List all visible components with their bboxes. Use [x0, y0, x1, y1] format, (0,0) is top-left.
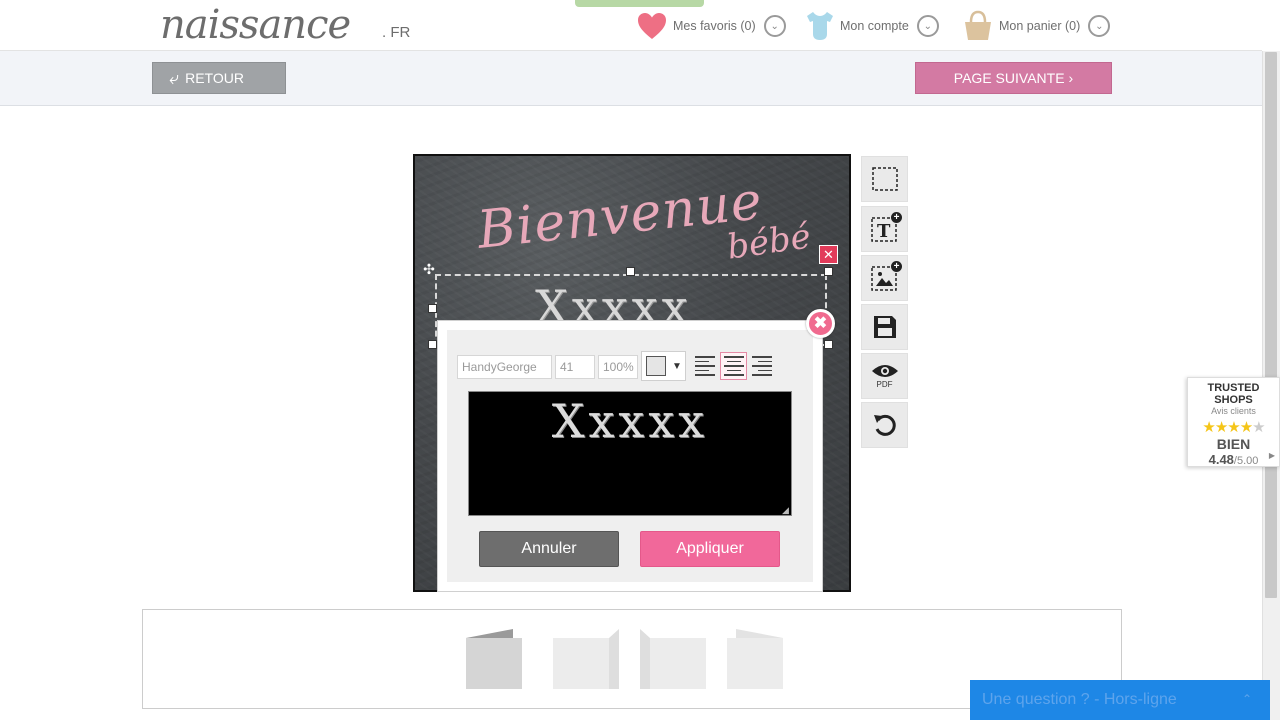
- cart-menu[interactable]: Mon panier (0) ⌄: [963, 10, 1111, 42]
- page-thumbnail-inside-left[interactable]: [552, 628, 620, 690]
- align-right-button[interactable]: [748, 352, 775, 380]
- font-size-field[interactable]: 41: [555, 355, 595, 379]
- rating-score-value: 4.48: [1208, 452, 1234, 467]
- rating-score-max: /5.00: [1233, 455, 1259, 467]
- live-chat-bar[interactable]: Une question ? - Hors-ligne ⌃: [970, 680, 1270, 720]
- page-thumbnail-cover[interactable]: [465, 628, 523, 690]
- site-logo-suffix: . FR: [382, 24, 411, 41]
- account-label: Mon compte: [840, 19, 909, 33]
- page-thumbnail-back[interactable]: [726, 628, 784, 690]
- font-family-field[interactable]: HandyGeorge: [457, 355, 552, 379]
- text-input-area[interactable]: Xxxxx: [468, 391, 792, 516]
- cancel-button[interactable]: Annuler: [479, 531, 619, 567]
- star-icon: ★: [1252, 419, 1265, 436]
- chevron-down-icon[interactable]: ⌄: [763, 15, 786, 37]
- expand-arrow-icon[interactable]: ▶: [1269, 451, 1275, 460]
- pdf-label: PDF: [876, 380, 893, 389]
- back-button[interactable]: ⤶ RETOUR: [152, 62, 286, 94]
- svg-text:T: T: [877, 221, 891, 242]
- align-center-button[interactable]: [720, 352, 747, 380]
- resize-handle-top[interactable]: [626, 267, 635, 276]
- select-tool-button[interactable]: [861, 156, 908, 202]
- reset-button[interactable]: [861, 402, 908, 448]
- trusted-shops-badge[interactable]: TRUSTED SHOPS Avis clients ★★★★★ BIEN 4.…: [1187, 377, 1280, 467]
- color-picker[interactable]: ▼: [641, 351, 686, 381]
- chevron-down-icon[interactable]: ⌄: [916, 15, 939, 37]
- plus-icon: +: [891, 212, 902, 223]
- save-button[interactable]: [861, 304, 908, 350]
- scale-field[interactable]: 100%: [598, 355, 638, 379]
- site-header: naissance . FR Mes favoris (0) ⌄ Mon com…: [0, 0, 1262, 51]
- cart-label: Mon panier (0): [999, 19, 1081, 33]
- trusted-shops-subtitle: Avis clients: [1211, 406, 1256, 416]
- page-thumbnail-inside-right[interactable]: [639, 628, 707, 690]
- rating-stars: ★★★★★: [1188, 418, 1279, 436]
- chevron-right-icon: ›: [1068, 70, 1074, 86]
- next-page-button[interactable]: PAGE SUIVANTE ›: [915, 62, 1112, 94]
- undo-icon: [873, 414, 896, 436]
- add-image-button[interactable]: +: [861, 255, 908, 301]
- favorites-label: Mes favoris (0): [673, 19, 756, 33]
- caret-down-icon: ▼: [672, 360, 682, 372]
- apply-button[interactable]: Appliquer: [640, 531, 780, 567]
- favorites-menu[interactable]: Mes favoris (0) ⌄: [637, 10, 786, 42]
- star-icon: ★: [1214, 419, 1228, 436]
- green-tab[interactable]: [575, 0, 704, 7]
- close-editor-icon[interactable]: ✖: [806, 309, 835, 338]
- trusted-shops-title: TRUSTED SHOPS: [1207, 382, 1260, 406]
- rating-word: BIEN: [1216, 436, 1251, 452]
- account-menu[interactable]: Mon compte ⌄: [806, 10, 939, 42]
- eye-icon: [871, 365, 898, 377]
- scrollbar-thumb[interactable]: [1265, 52, 1277, 598]
- chat-label: Une question ? - Hors-ligne: [982, 691, 1177, 708]
- back-label: RETOUR: [185, 70, 244, 86]
- selection-rectangle-icon: [871, 167, 898, 191]
- resize-handle-bottom-right[interactable]: [824, 340, 833, 349]
- heart-icon: [638, 13, 666, 39]
- resize-handle-bottom-left[interactable]: [428, 340, 437, 349]
- star-icon: ★: [1202, 419, 1215, 436]
- rating-score: 4.48/5.00: [1188, 452, 1279, 467]
- resize-handle-top-right[interactable]: [824, 267, 833, 276]
- next-label: PAGE SUIVANTE: [953, 70, 1065, 86]
- baby-bodysuit-icon: [807, 12, 833, 40]
- add-text-button[interactable]: T +: [861, 206, 908, 252]
- plus-icon: +: [891, 261, 902, 272]
- star-icon: ★: [1239, 419, 1253, 436]
- chevron-up-icon[interactable]: ⌃: [1242, 692, 1252, 706]
- chevron-down-icon[interactable]: ⌄: [1088, 15, 1111, 37]
- star-icon: ★: [1227, 419, 1240, 436]
- preview-pdf-button[interactable]: PDF: [861, 353, 908, 399]
- resize-handle-left[interactable]: [428, 304, 437, 313]
- site-logo[interactable]: naissance: [160, 2, 351, 48]
- move-icon[interactable]: ✣: [421, 261, 437, 277]
- delete-element-icon[interactable]: ✕: [819, 245, 838, 264]
- align-left-button[interactable]: [692, 352, 719, 380]
- textarea-resize-grip[interactable]: ◢: [782, 506, 791, 515]
- reply-arrow-icon: ⤶: [169, 67, 180, 88]
- basket-icon: [965, 10, 991, 40]
- page-root: naissance . FR Mes favoris (0) ⌄ Mon com…: [0, 0, 1280, 720]
- color-swatch: [646, 356, 666, 376]
- floppy-disk-icon: [873, 316, 896, 338]
